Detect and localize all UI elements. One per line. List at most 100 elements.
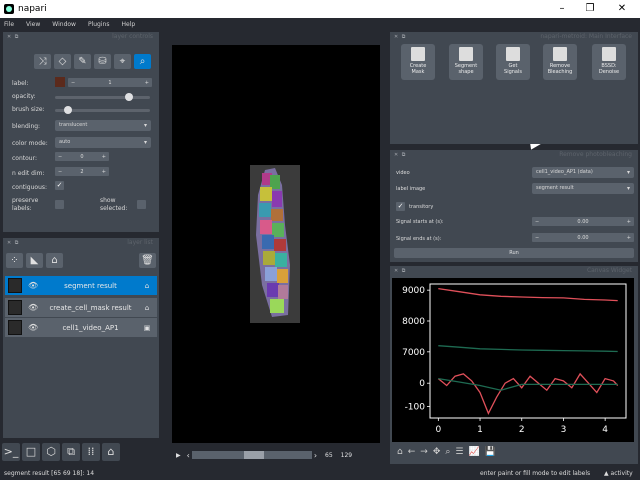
opacity-slider-handle[interactable] [124,93,133,101]
cell-segmentation-svg [250,165,300,323]
video-label: video [396,170,410,176]
remove-bleaching-button[interactable]: Remove Bleaching [543,44,577,80]
dock-float-icon[interactable]: ✕ ⧉ [7,240,19,246]
minimize-button[interactable]: – [548,0,576,18]
paint-tool-button[interactable]: ✎ [74,54,91,69]
cell-image-labels [250,165,300,323]
create-mask-button[interactable]: Create Mask [401,44,435,80]
bssd-denoise-button[interactable]: BSSD: Denoise [592,44,626,80]
menu-bar: File View Window Plugins Help [0,18,640,30]
dims-slider-bar: ▶ ‹ › 65 129 [172,448,380,462]
menu-view[interactable]: View [26,21,40,28]
denoise-icon [602,47,616,61]
signal-icon [506,47,520,61]
menu-window[interactable]: Window [52,21,76,28]
home-icon[interactable]: ⌂ [397,447,403,457]
contour-spinbox[interactable]: −0 + [55,152,109,161]
status-coordinates: segment result [65 69 18]: 14 [4,469,95,477]
new-shapes-layer-button[interactable]: ◣ [26,253,43,268]
opacity-slider[interactable] [55,96,150,99]
opacity-label: opacity: [12,93,36,100]
dims-slider-handle[interactable] [243,451,264,459]
contour-label: contour: [12,155,37,162]
console-button[interactable]: >_ [2,443,20,461]
label-image-dropdown[interactable]: segment result ▾ [532,183,634,194]
label-spinbox[interactable]: −1 + [68,78,152,87]
transitory-label: transitory [409,204,434,210]
blending-label: blending: [12,123,41,130]
n-edit-dim-label: n edit dim: [12,170,45,177]
layer-row-segment-result[interactable]: 👁 segment result ⌂ [5,276,157,295]
slice-current: 65 [325,451,333,459]
roll-dims-button[interactable]: ⬡ [42,443,60,461]
signal-plot-svg: 9000 8000 7000 0 -100 0 1 2 3 4 [402,283,627,435]
signal-start-spinbox[interactable]: −0.00 + [532,217,634,226]
close-button[interactable]: ✕ [604,0,640,18]
label-image-label: label image [396,186,426,192]
label-color-swatch [55,77,65,87]
layer-row-cell1-video[interactable]: 👁 cell1_video_AP1 ▣ [5,318,157,337]
transpose-dims-button[interactable]: ⧉ [62,443,80,461]
play-icon[interactable]: ▶ [176,452,181,459]
menu-help[interactable]: Help [121,21,135,28]
get-signals-button[interactable]: Get Signals [496,44,530,80]
dock-float-icon[interactable]: ✕ ⧉ [394,34,406,40]
brush-size-slider-handle[interactable] [63,106,72,114]
status-help: enter paint or fill mode to edit labels [480,469,591,477]
layer-thumbnail [8,278,22,293]
dock-float-icon[interactable]: ✕ ⧉ [394,268,406,274]
zoom-icon[interactable]: ⌕ [445,447,450,457]
eye-icon[interactable]: 👁 [28,281,40,290]
menu-plugins[interactable]: Plugins [88,21,110,28]
run-button[interactable]: Run [394,248,634,258]
save-icon[interactable]: 💾 [485,447,496,457]
eye-icon[interactable]: 👁 [28,323,40,332]
pan-zoom-tool-button[interactable]: ⌕ [134,54,151,69]
picker-tool-button[interactable]: ⌖ [114,54,131,69]
napari-logo-icon [4,4,14,14]
step-left-button[interactable]: ‹ [187,451,190,460]
n-edit-dim-spinbox[interactable]: −2 + [55,167,109,176]
step-right-button[interactable]: › [314,451,317,460]
plot-ticks: 9000 8000 7000 0 -100 0 1 2 3 4 [402,286,608,435]
back-icon[interactable]: ← [408,447,416,457]
configure-icon[interactable]: ☰ [455,447,463,457]
main-interface-header: ✕ ⧉ napari-metroid: Main Interface [394,33,632,40]
maximize-button[interactable]: ❐ [576,0,604,18]
y-tick-label: 7000 [402,348,425,358]
signal-end-spinbox[interactable]: −0.00 + [532,233,634,242]
label-layer-icon: ⌂ [144,303,150,312]
home-button[interactable]: ⌂ [102,443,120,461]
transitory-checkbox[interactable]: ✓ [396,202,405,211]
edit-axis-icon[interactable]: 📈 [468,447,479,457]
blending-dropdown[interactable]: translucent ▾ [55,120,151,131]
preserve-labels-checkbox[interactable] [55,200,64,209]
new-points-layer-button[interactable]: ⁘ [6,253,23,268]
pan-icon[interactable]: ✥ [433,447,441,457]
fill-tool-button[interactable]: ⛁ [94,54,111,69]
delete-layer-button[interactable]: 🗑 [139,253,156,268]
dock-float-icon[interactable]: ✕ ⧉ [7,34,19,40]
dock-float-icon[interactable]: ✕ ⧉ [394,152,406,158]
forward-icon[interactable]: → [420,447,428,457]
matplotlib-toolbar: ⌂ ← → ✥ ⌕ ☰ 📈 💾 [392,444,512,460]
layer-row-create-cell-mask-result[interactable]: 👁 create_cell_mask result ⌂ [5,298,157,317]
video-dropdown[interactable]: cell1_video_AP1 (data) ▾ [532,167,634,178]
grid-view-button[interactable]: ⁞⁞ [82,443,100,461]
segment-shape-button[interactable]: Segment shape [449,44,483,80]
activity-button[interactable]: ▲ activity [604,470,633,477]
contiguous-checkbox[interactable]: ✓ [55,181,64,190]
new-labels-layer-button[interactable]: ⌂ [46,253,63,268]
erase-tool-button[interactable]: ◇ [54,54,71,69]
menu-file[interactable]: File [4,21,14,28]
dims-slider[interactable] [191,451,312,459]
status-bar: segment result [65 69 18]: 14 enter pain… [0,466,640,480]
x-tick-label: 2 [519,425,525,435]
series-line-1-0 [437,372,619,415]
shuffle-colors-button[interactable]: ⤨ [34,54,51,69]
eye-icon[interactable]: 👁 [28,303,40,312]
ndisplay-button[interactable]: □ [22,443,40,461]
show-selected-checkbox[interactable] [137,200,146,209]
color-mode-dropdown[interactable]: auto ▾ [55,137,151,148]
plot-canvas[interactable]: 9000 8000 7000 0 -100 0 1 2 3 4 [392,278,634,442]
